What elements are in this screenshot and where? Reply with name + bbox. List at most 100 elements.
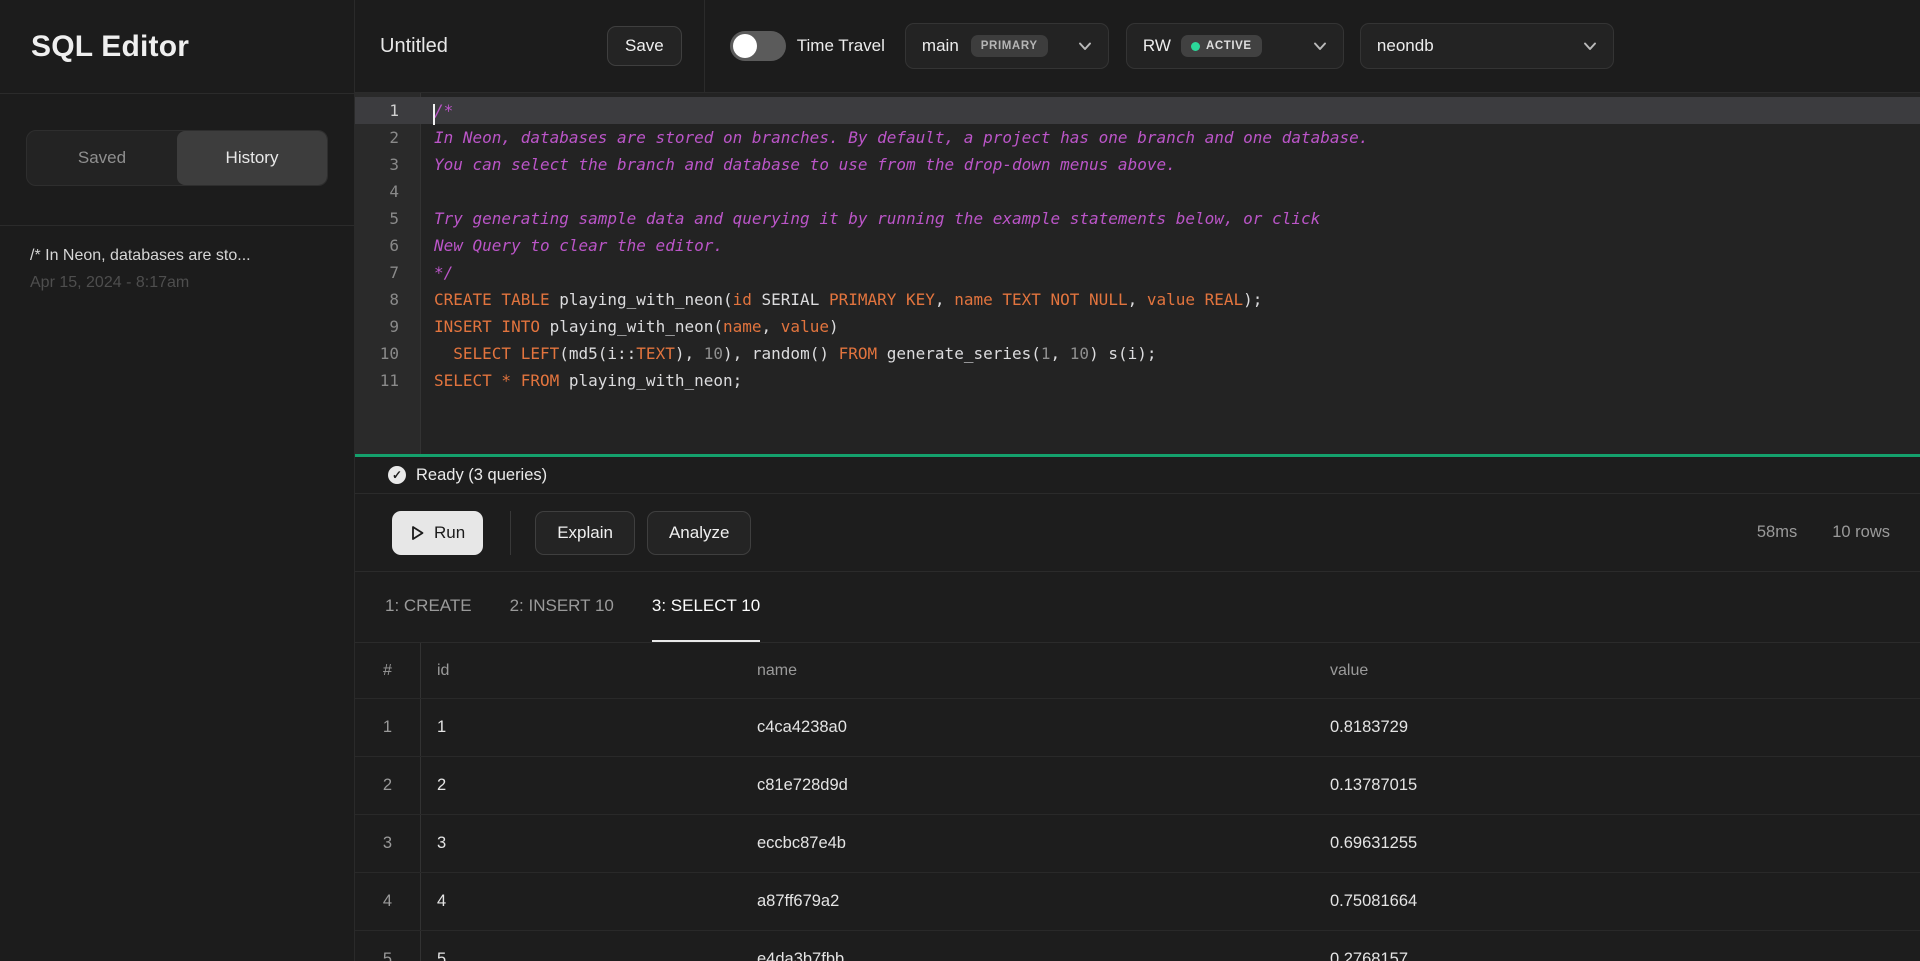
column-header-name: name <box>741 662 1314 680</box>
database-name: neondb <box>1377 36 1434 56</box>
compute-status-text: ACTIVE <box>1206 40 1252 52</box>
result-tab-3[interactable]: 3: SELECT 10 <box>652 572 760 642</box>
line-number: 5 <box>355 209 421 228</box>
code-line[interactable]: 5Try generating sample data and querying… <box>355 205 1920 232</box>
play-icon <box>410 525 425 541</box>
compute-selector[interactable]: RW ACTIVE <box>1126 23 1344 69</box>
code-line[interactable]: 6New Query to clear the editor. <box>355 232 1920 259</box>
toolbar-divider <box>704 0 705 93</box>
saved-history-section: Saved History <box>0 94 354 226</box>
chevron-down-icon <box>1078 39 1092 53</box>
code-line[interactable]: 2In Neon, databases are stored on branch… <box>355 124 1920 151</box>
table-cell: 4 <box>355 873 421 930</box>
table-header-row: #idnamevalue <box>355 643 1920 699</box>
chevron-down-icon <box>1583 39 1597 53</box>
active-status-dot-icon <box>1191 42 1200 51</box>
table-cell: 4 <box>421 892 741 911</box>
table-cell: c4ca4238a0 <box>741 718 1314 737</box>
table-row: 44a87ff679a20.75081664 <box>355 873 1920 931</box>
table-cell: 1 <box>421 718 741 737</box>
line-number: 1 <box>355 101 421 120</box>
code-lines: 1/*2In Neon, databases are stored on bra… <box>355 93 1920 394</box>
query-duration: 58ms <box>1757 523 1797 542</box>
code-line-content: SELECT * FROM playing_with_neon; <box>421 371 742 390</box>
analyze-button[interactable]: Analyze <box>647 511 751 555</box>
table-row: 55e4da3b7fbb0.2768157 <box>355 931 1920 961</box>
table-cell: 0.8183729 <box>1314 718 1920 737</box>
history-item-title: /* In Neon, databases are sto... <box>30 242 324 269</box>
editor-toolbar: Untitled Save Time Travel main PRIMARY R… <box>355 0 1920 93</box>
line-number: 8 <box>355 290 421 309</box>
status-text: Ready (3 queries) <box>416 466 547 485</box>
code-line-content: INSERT INTO playing_with_neon(name, valu… <box>421 317 839 336</box>
table-cell: 2 <box>355 757 421 814</box>
toggle-knob <box>733 34 757 58</box>
time-travel-toggle[interactable] <box>730 31 786 61</box>
actions-bar: Run Explain Analyze 58ms 10 rows <box>355 494 1920 572</box>
code-line-content: */ <box>421 263 453 282</box>
actions-divider <box>510 511 511 555</box>
branch-selector[interactable]: main PRIMARY <box>905 23 1109 69</box>
code-line[interactable]: 11SELECT * FROM playing_with_neon; <box>355 367 1920 394</box>
result-tab-1[interactable]: 1: CREATE <box>385 572 472 642</box>
table-cell: 5 <box>355 931 421 961</box>
line-number: 3 <box>355 155 421 174</box>
code-line[interactable]: 1/* <box>355 97 1920 124</box>
table-row: 11c4ca4238a00.8183729 <box>355 699 1920 757</box>
sidebar-header: SQL Editor <box>0 0 354 94</box>
main-panel: Untitled Save Time Travel main PRIMARY R… <box>355 0 1920 961</box>
branch-name: main <box>922 36 959 56</box>
table-cell: eccbc87e4b <box>741 834 1314 853</box>
table-cell: 0.75081664 <box>1314 892 1920 911</box>
line-number: 2 <box>355 128 421 147</box>
code-line[interactable]: 7*/ <box>355 259 1920 286</box>
query-stats: 58ms 10 rows <box>1757 523 1890 542</box>
sql-editor-app: SQL Editor Saved History /* In Neon, dat… <box>0 0 1920 961</box>
code-line[interactable]: 4 <box>355 178 1920 205</box>
code-line-content: You can select the branch and database t… <box>421 155 1176 174</box>
sql-code-editor[interactable]: 1/*2In Neon, databases are stored on bra… <box>355 93 1920 454</box>
code-line-content: CREATE TABLE playing_with_neon(id SERIAL… <box>421 290 1262 309</box>
table-cell: e4da3b7fbb <box>741 950 1314 961</box>
code-line[interactable]: 10 SELECT LEFT(md5(i::TEXT), 10), random… <box>355 340 1920 367</box>
document-title[interactable]: Untitled <box>380 35 525 58</box>
column-header-id: id <box>421 662 741 680</box>
query-row-count: 10 rows <box>1832 523 1890 542</box>
table-cell: 3 <box>421 834 741 853</box>
table-cell: 2 <box>421 776 741 795</box>
text-cursor <box>433 104 435 125</box>
table-cell: a87ff679a2 <box>741 892 1314 911</box>
page-title: SQL Editor <box>31 30 189 64</box>
code-line-content: /* <box>421 101 453 120</box>
result-tab-2[interactable]: 2: INSERT 10 <box>510 572 614 642</box>
table-row: 33eccbc87e4b0.69631255 <box>355 815 1920 873</box>
line-number: 6 <box>355 236 421 255</box>
chevron-down-icon <box>1313 39 1327 53</box>
table-cell: 5 <box>421 950 741 961</box>
branch-primary-badge: PRIMARY <box>971 35 1048 57</box>
explain-button[interactable]: Explain <box>535 511 635 555</box>
tab-saved[interactable]: Saved <box>27 131 177 185</box>
code-line-content: In Neon, databases are stored on branche… <box>421 128 1368 147</box>
table-cell: 0.13787015 <box>1314 776 1920 795</box>
code-line[interactable]: 8CREATE TABLE playing_with_neon(id SERIA… <box>355 286 1920 313</box>
line-number: 7 <box>355 263 421 282</box>
column-header-index: # <box>355 643 421 698</box>
code-line[interactable]: 3You can select the branch and database … <box>355 151 1920 178</box>
table-row: 22c81e728d9d0.13787015 <box>355 757 1920 815</box>
saved-history-segmented-control: Saved History <box>26 130 328 186</box>
table-cell: c81e728d9d <box>741 776 1314 795</box>
table-cell: 1 <box>355 699 421 756</box>
code-line[interactable]: 9INSERT INTO playing_with_neon(name, val… <box>355 313 1920 340</box>
database-selector[interactable]: neondb <box>1360 23 1614 69</box>
run-button[interactable]: Run <box>392 511 483 555</box>
code-line-content: SELECT LEFT(md5(i::TEXT), 10), random() … <box>421 344 1157 363</box>
column-header-value: value <box>1314 662 1920 680</box>
code-line-content: New Query to clear the editor. <box>421 236 723 255</box>
tab-history[interactable]: History <box>177 131 327 185</box>
code-line-content: Try generating sample data and querying … <box>421 209 1320 228</box>
compute-name: RW <box>1143 36 1171 56</box>
history-item-date: Apr 15, 2024 - 8:17am <box>30 269 324 296</box>
save-button[interactable]: Save <box>607 26 682 66</box>
history-list-item[interactable]: /* In Neon, databases are sto... Apr 15,… <box>0 226 354 312</box>
